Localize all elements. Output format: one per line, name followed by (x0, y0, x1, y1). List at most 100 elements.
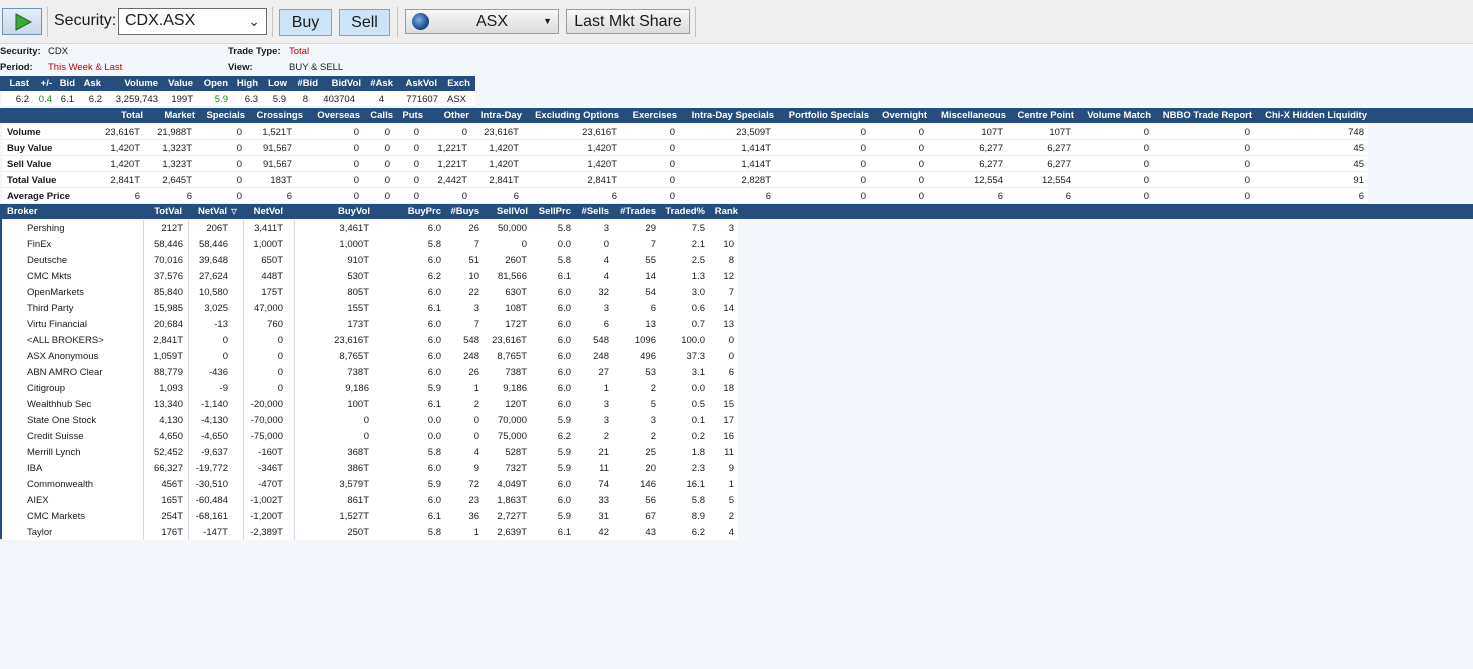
broker-row[interactable]: ABN AMRO Clear 88,779 -436 0 738T 6.0 26 738T 6.… (2, 364, 738, 380)
broker-cell: 13 (723, 319, 734, 330)
quote-header-7: High (236, 78, 258, 89)
sell-button[interactable]: Sell (339, 9, 390, 36)
broker-cell: 910T (347, 255, 369, 266)
summary-header: Total Market Specials Crossings Overseas Call… (0, 108, 1473, 123)
broker-name: FinEx (27, 239, 52, 250)
broker-cell: 8 (728, 255, 734, 266)
broker-row[interactable]: Wealthhub Sec 13,340 -1,140 -20,000 100T 6.1 2… (2, 396, 738, 412)
summary-cell: 6 (513, 191, 519, 202)
trade-type-value[interactable]: Total (289, 46, 309, 57)
chevron-down-icon[interactable]: ⌄ (248, 13, 260, 30)
quote-value-6: 5.9 (214, 94, 228, 105)
broker-name: Pershing (27, 223, 65, 234)
run-button[interactable] (2, 8, 42, 35)
summary-cell: 6 (134, 191, 140, 202)
broker-col-7: SellVol (497, 206, 528, 217)
broker-cell: 0.0 (427, 431, 441, 442)
quote-header-8: Low (268, 78, 287, 89)
broker-name: Wealthhub Sec (27, 399, 92, 410)
broker-row[interactable]: OpenMarkets 85,840 10,580 175T 805T 6.0 22 630T… (2, 284, 738, 300)
summary-row-label: Buy Value (7, 143, 53, 154)
broker-cell: 5.8 (557, 223, 571, 234)
summary-cell: 0 (413, 175, 419, 186)
summary-row: Total Value 2,841T 2,645T 0 183T 0 0 0 2,442T 2,8… (2, 172, 1368, 188)
summary-cell: 91,567 (262, 159, 292, 170)
broker-col-12: Rank (714, 206, 738, 217)
view-value[interactable]: BUY & SELL (289, 62, 343, 73)
toolbar-divider (397, 7, 398, 37)
summary-cell: 0 (413, 143, 419, 154)
quote-value-13: ASX (446, 94, 466, 105)
broker-cell: 100.0 (681, 335, 705, 346)
summary-cell: 0 (413, 191, 419, 202)
last-mkt-share-button[interactable]: Last Mkt Share (566, 9, 690, 34)
broker-col-9: #Sells (581, 206, 609, 217)
broker-row[interactable]: Third Party 15,985 3,025 47,000 155T 6.1 3 108T… (2, 300, 738, 316)
summary-cell: 6,277 (979, 143, 1003, 154)
broker-cell: 8,765T (497, 351, 527, 362)
quote-header-4: Volume (124, 78, 158, 89)
broker-cell: 1096 (634, 335, 656, 346)
security-label: Security: (54, 12, 117, 29)
broker-name: Taylor (27, 527, 53, 538)
broker-cell: 1.3 (691, 271, 705, 282)
broker-cell: 6.1 (427, 303, 441, 314)
summary-cell: 0 (353, 127, 359, 138)
broker-row[interactable]: <ALL BROKERS> 2,841T 0 0 23,616T 6.0 548 23,616… (2, 332, 738, 348)
broker-cell: 7.5 (691, 223, 705, 234)
broker-cell: 50,000 (497, 223, 527, 234)
broker-cell: 6.0 (427, 255, 441, 266)
broker-cell: 1 (603, 383, 609, 394)
broker-row[interactable]: Deutsche 70,016 39,648 650T 910T 6.0 51 260T 5.8… (2, 252, 738, 268)
broker-row[interactable]: AIEX 165T -60,484 -1,002T 861T 6.0 23 1,863T 6.0… (2, 492, 738, 508)
broker-row[interactable]: FinEx 58,446 58,446 1,000T 1,000T 5.8 7 0 0.0 0 7 2… (2, 236, 738, 252)
broker-row[interactable]: Taylor 176T -147T -2,389T 250T 5.8 1 2,639T 6.1 4… (2, 524, 738, 540)
broker-row[interactable]: Pershing 212T 206T 3,411T 3,461T 6.0 26 50,000 5… (2, 220, 738, 236)
broker-cell: 254T (161, 511, 183, 522)
broker-cell: 0 (473, 431, 479, 442)
broker-cell: 10 (468, 271, 479, 282)
summary-cell: 0 (918, 127, 924, 138)
broker-row[interactable]: Virtu Financial 20,684 -13 760 173T 6.0 7 172T 6… (2, 316, 738, 332)
summary-cell: 1,420T (489, 159, 519, 170)
broker-cell: 1,000T (339, 239, 369, 250)
broker-row[interactable]: Credit Suisse 4,650 -4,650 -75,000 0 0.0 0 75,0… (2, 428, 738, 444)
exchange-dropdown[interactable]: ASX ▼ (405, 9, 559, 34)
broker-row[interactable]: IBA 66,327 -19,772 -346T 386T 6.0 9 732T 5.9 11 20… (2, 460, 738, 476)
broker-row[interactable]: Merrill Lynch 52,452 -9,637 -160T 368T 5.8 4 52… (2, 444, 738, 460)
summary-cell: 0 (1244, 191, 1250, 202)
summary-cell: 0 (1143, 143, 1149, 154)
broker-row[interactable]: Citigroup 1,093 -9 0 9,186 5.9 1 9,186 6.0 1 2 0.0 1… (2, 380, 738, 396)
table-left-border (0, 219, 2, 539)
broker-cell: 27 (598, 367, 609, 378)
summary-cell: 0 (669, 191, 675, 202)
broker-row[interactable]: ASX Anonymous 1,059T 0 0 8,765T 6.0 248 8,765T 6… (2, 348, 738, 364)
security-combobox[interactable]: CDX.ASX ⌄ (118, 8, 267, 35)
broker-cell: 1.8 (691, 447, 705, 458)
summary-cell: 0 (236, 143, 242, 154)
summary-col-13: Overnight (882, 110, 927, 121)
broker-row[interactable]: CMC Mkts 37,576 27,624 448T 530T 6.2 10 81,566 6… (2, 268, 738, 284)
sort-filter-icon[interactable]: ▿ (231, 204, 237, 218)
broker-cell: 6.1 (427, 511, 441, 522)
broker-table-header: Broker TotVal NetVal NetVol BuyVol BuyPrc #Buy… (0, 204, 1473, 219)
broker-cell: 0 (222, 351, 228, 362)
security-value: CDX.ASX (125, 12, 196, 29)
broker-row[interactable]: CMC Markets 254T -68,161 -1,200T 1,527T 6.1 36… (2, 508, 738, 524)
broker-cell: 5.9 (557, 447, 571, 458)
broker-name: ABN AMRO Clear (27, 367, 103, 378)
summary-cell: 23,616T (105, 127, 140, 138)
broker-cell: 6 (728, 367, 734, 378)
broker-row[interactable]: Commonwealth 456T -30,510 -470T 3,579T 5.9 72 4… (2, 476, 738, 492)
buy-button[interactable]: Buy (279, 9, 332, 36)
broker-row[interactable]: State One Stock 4,130 -4,130 -70,000 0 0.0 0 70… (2, 412, 738, 428)
broker-cell: 10,580 (198, 287, 228, 298)
column-divider (143, 220, 144, 540)
quote-header-10: BidVol (331, 78, 361, 89)
dropdown-arrow-icon[interactable]: ▼ (543, 16, 552, 26)
period-value[interactable]: This Week & Last (48, 62, 122, 73)
broker-cell: 0 (473, 415, 479, 426)
summary-cell: 0 (353, 159, 359, 170)
broker-name: <ALL BROKERS> (27, 335, 104, 346)
broker-cell: -470T (258, 479, 283, 490)
